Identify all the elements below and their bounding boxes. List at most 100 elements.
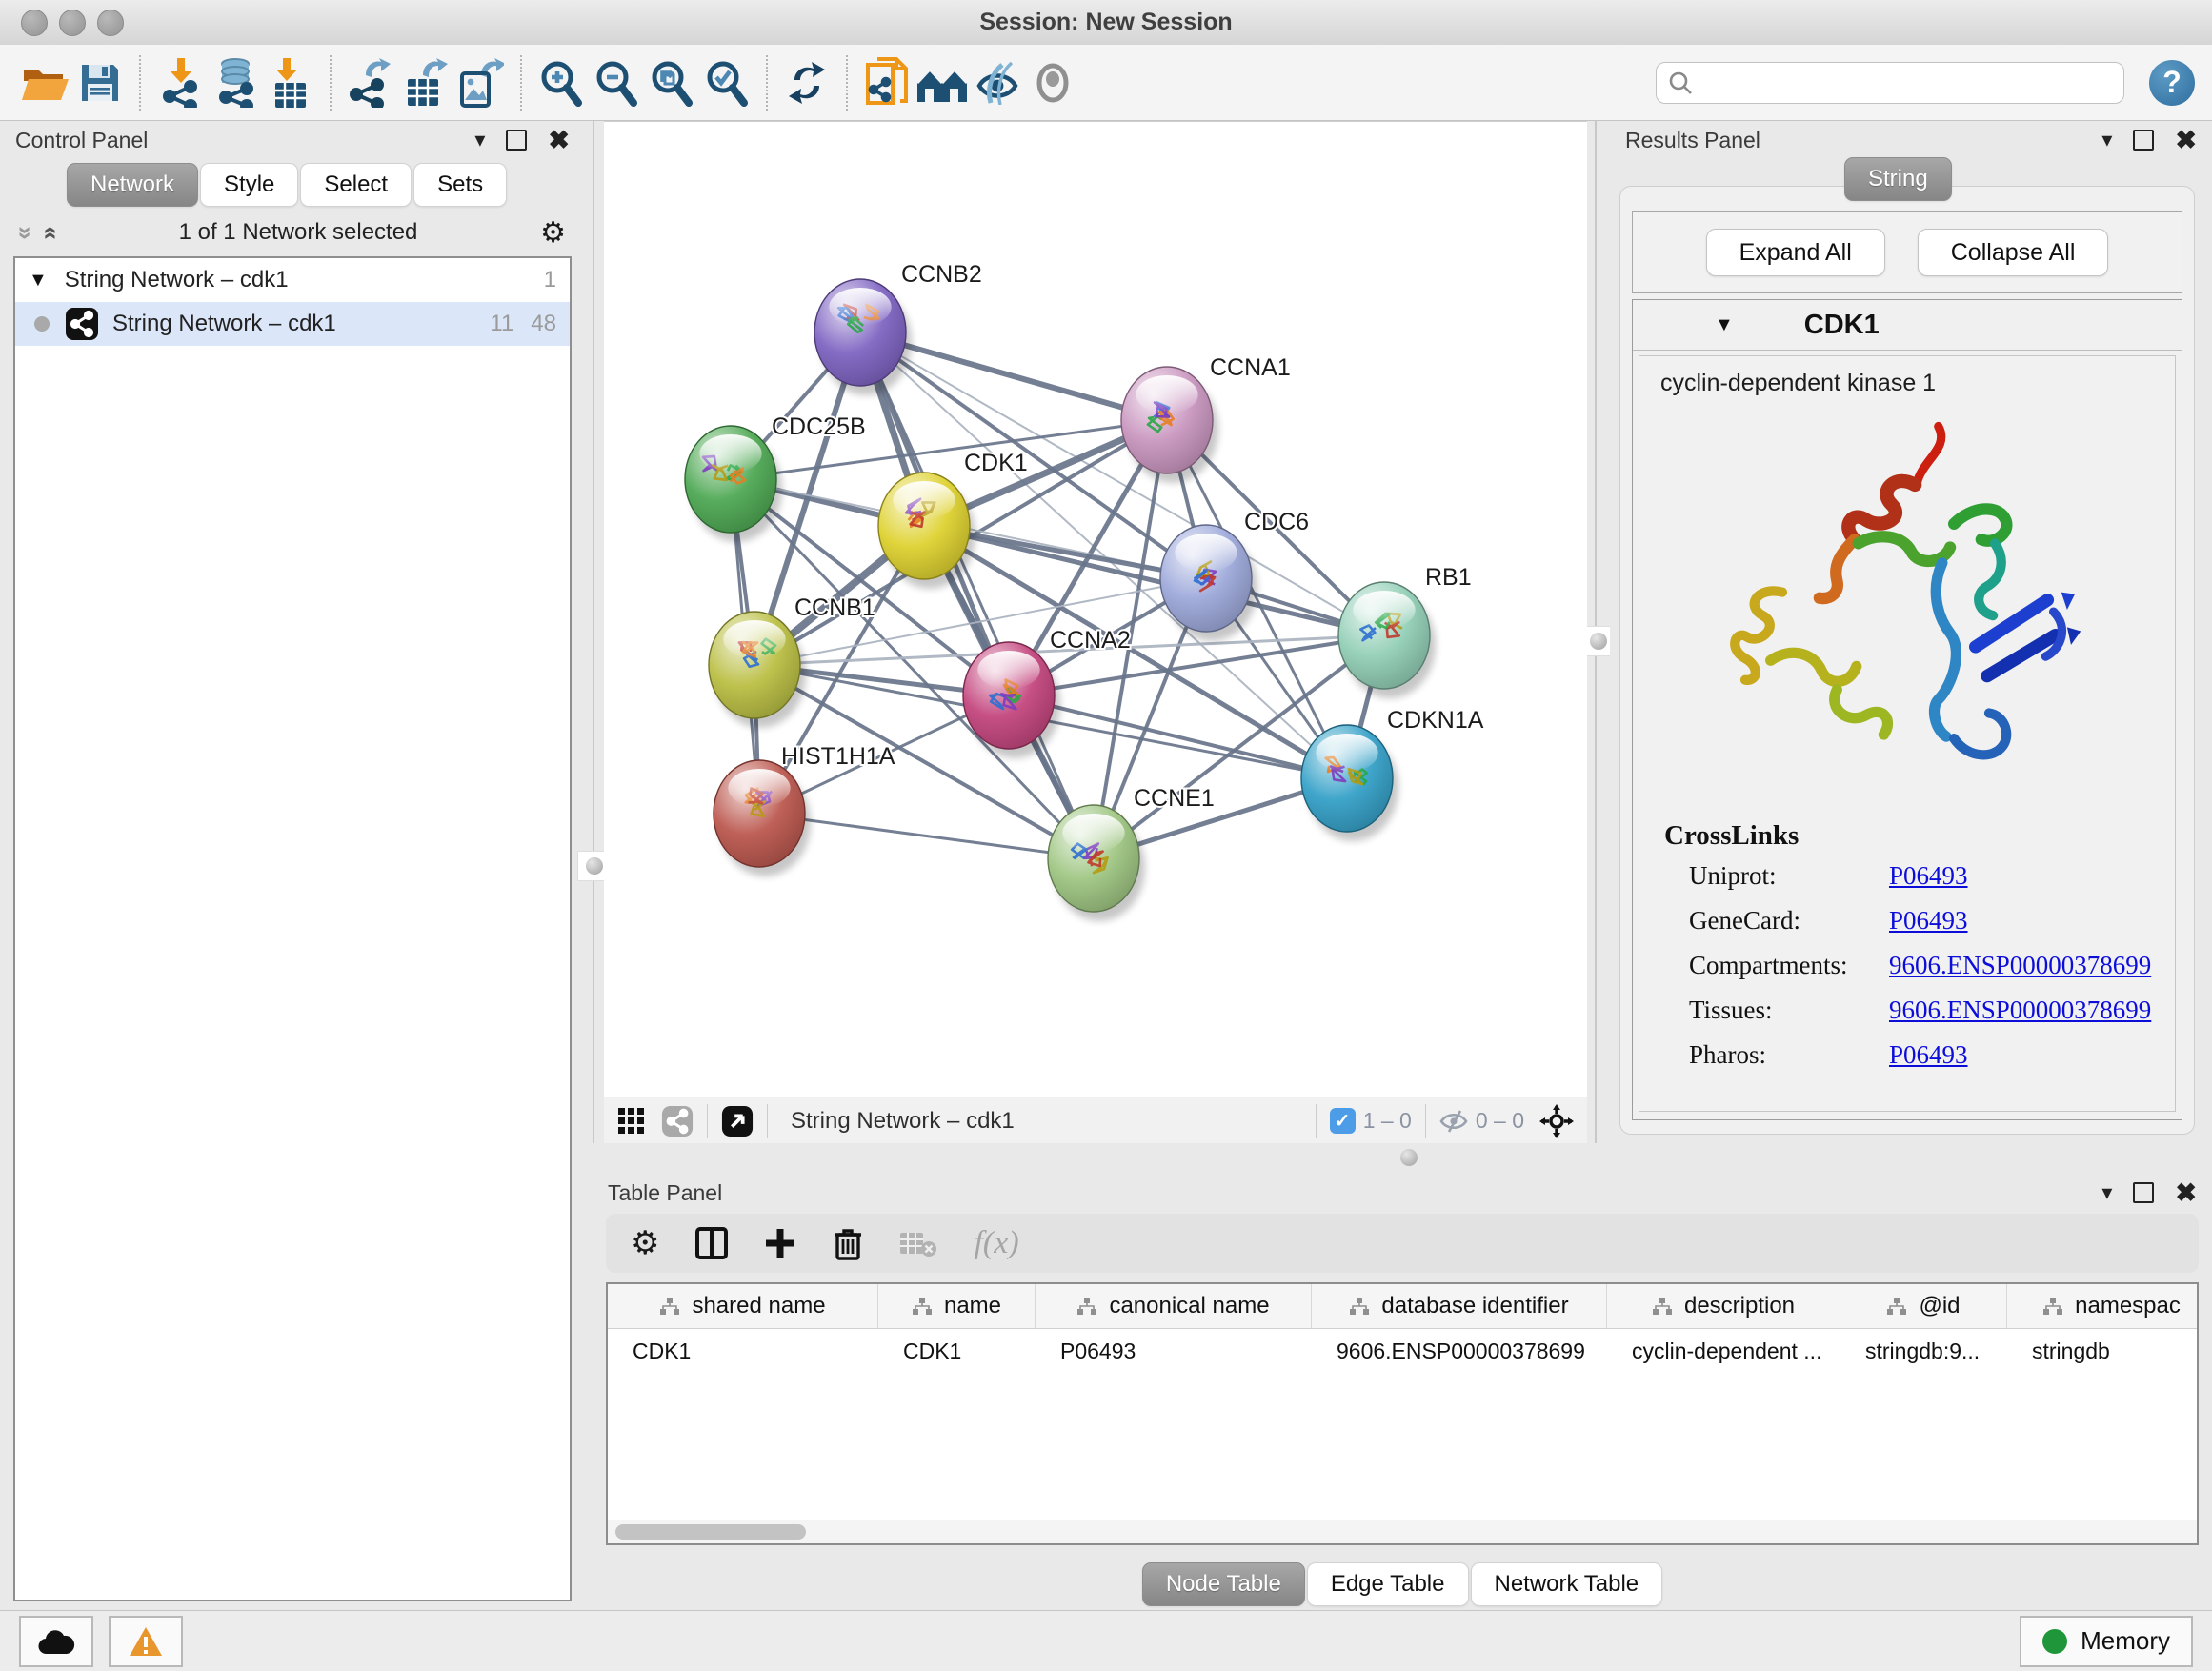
show-all-button[interactable] [1025, 54, 1080, 111]
network-node-cdk1[interactable] [878, 473, 975, 589]
float-panel-icon[interactable] [2133, 1182, 2154, 1203]
close-panel-icon[interactable]: ✖ [2175, 1180, 2197, 1206]
zoom-selected-region-button[interactable] [699, 54, 754, 111]
apply-preferred-layout-button[interactable] [779, 54, 835, 111]
horizontal-splitter-handle[interactable] [1393, 1145, 1425, 1170]
table-horizontal-scrollbar[interactable] [608, 1520, 2197, 1543]
add-column-icon[interactable] [764, 1227, 796, 1259]
tab-string[interactable]: String [1844, 157, 1952, 201]
table-cell[interactable]: CDK1 [608, 1329, 878, 1373]
fit-selected-crosshair-icon[interactable] [1539, 1104, 1574, 1138]
memory-button[interactable]: Memory [2020, 1616, 2193, 1667]
uniprot-link[interactable]: P06493 [1889, 861, 1968, 891]
right-splitter[interactable] [1587, 121, 1610, 1147]
panel-menu-icon[interactable]: ▾ [2101, 1182, 2112, 1203]
float-panel-icon[interactable] [506, 130, 527, 151]
horizontal-splitter[interactable] [593, 1143, 2212, 1174]
tissues-link[interactable]: 9606.ENSP00000378699 [1889, 996, 2151, 1025]
export-image-button[interactable] [453, 54, 509, 111]
collapse-all-button[interactable]: Collapse All [1918, 229, 2109, 276]
network-node-ccna1[interactable] [1121, 367, 1218, 483]
zoom-out-button[interactable] [589, 54, 644, 111]
zoom-in-button[interactable] [533, 54, 589, 111]
save-session-button[interactable] [72, 54, 128, 111]
import-network-from-file-button[interactable] [152, 54, 208, 111]
show-columns-icon[interactable] [695, 1227, 728, 1259]
table-row[interactable]: CDK1CDK1P064939606.ENSP00000378699cyclin… [608, 1329, 2197, 1373]
table-cell[interactable]: stringdb [2007, 1329, 2199, 1373]
cloud-status-button[interactable] [19, 1616, 93, 1667]
export-table-button[interactable] [398, 54, 453, 111]
network-options-gear-icon[interactable]: ⚙ [540, 216, 566, 250]
tab-edge-table[interactable]: Edge Table [1307, 1562, 1469, 1606]
help-button[interactable]: ? [2149, 60, 2195, 106]
tab-sets[interactable]: Sets [413, 163, 507, 207]
zoom-fit-content-button[interactable] [644, 54, 699, 111]
network-canvas[interactable]: CCNB2CCNA1CDC25BCDK1CDC6RB1CCNB1CCNA2CDK… [604, 122, 1587, 1097]
search-input[interactable] [1693, 70, 2112, 96]
network-node-cdkn1a[interactable] [1301, 725, 1398, 841]
close-panel-icon[interactable]: ✖ [548, 128, 570, 153]
network-node-cdc6[interactable] [1160, 525, 1257, 641]
toolbar-separator [766, 55, 768, 111]
expand-all-button[interactable]: Expand All [1706, 229, 1885, 276]
hide-selected-button[interactable] [970, 54, 1025, 111]
tab-network[interactable]: Network [67, 163, 198, 207]
float-panel-icon[interactable] [2133, 130, 2154, 151]
table-cell[interactable]: cyclin-dependent ... [1607, 1329, 1840, 1373]
tab-network-table[interactable]: Network Table [1471, 1562, 1663, 1606]
hidden-count-badge[interactable]: 0 – 0 [1439, 1108, 1524, 1134]
clone-network-button[interactable] [859, 54, 915, 111]
table-cell[interactable]: 9606.ENSP00000378699 [1312, 1329, 1607, 1373]
birds-eye-view-icon[interactable] [721, 1105, 754, 1137]
tab-select[interactable]: Select [300, 163, 412, 207]
column-header-description[interactable]: description [1607, 1284, 1840, 1328]
show-welcome-screen-button[interactable] [915, 54, 970, 111]
panel-menu-icon[interactable]: ▾ [474, 130, 485, 151]
network-node-cdc25b[interactable] [685, 426, 782, 542]
table-cell[interactable]: stringdb:9... [1840, 1329, 2007, 1373]
network-view[interactable]: CCNB2CCNA1CDC25BCDK1CDC6RB1CCNB1CCNA2CDK… [604, 121, 1587, 1144]
node-section-header[interactable]: ▼ CDK1 [1633, 300, 2182, 351]
column-header-canonical-name[interactable]: canonical name [1036, 1284, 1312, 1328]
network-edge[interactable] [860, 332, 1094, 858]
table-cell[interactable]: P06493 [1036, 1329, 1312, 1373]
network-node-rb1[interactable] [1338, 582, 1436, 698]
network-node-ccnb2[interactable] [814, 279, 912, 395]
open-session-button[interactable] [17, 54, 72, 111]
column-header-name[interactable]: name [878, 1284, 1036, 1328]
network-collection-row[interactable]: ▼ String Network – cdk1 1 [15, 258, 570, 302]
pharos-link[interactable]: P06493 [1889, 1040, 1968, 1070]
network-node-ccna2[interactable] [963, 642, 1060, 758]
import-table-from-file-button[interactable] [263, 54, 318, 111]
network-row-selected[interactable]: String Network – cdk1 11 48 [15, 302, 570, 346]
network-node-ccnb1[interactable] [709, 612, 806, 728]
tab-node-table[interactable]: Node Table [1142, 1562, 1305, 1606]
export-network-button[interactable] [343, 54, 398, 111]
node-table[interactable]: shared namenamecanonical namedatabase id… [606, 1282, 2199, 1545]
compartments-link[interactable]: 9606.ENSP00000378699 [1889, 951, 2151, 980]
close-panel-icon[interactable]: ✖ [2175, 128, 2197, 153]
column-header-namespac[interactable]: namespac [2007, 1284, 2199, 1328]
expand-all-networks-icon[interactable]: » [34, 226, 64, 239]
table-cell[interactable]: CDK1 [878, 1329, 1036, 1373]
column-header-database-identifier[interactable]: database identifier [1312, 1284, 1607, 1328]
table-options-gear-icon[interactable]: ⚙ [631, 1224, 659, 1262]
search-field[interactable] [1656, 62, 2124, 104]
grid-view-icon[interactable] [617, 1107, 646, 1136]
column-header-shared-name[interactable]: shared name [608, 1284, 878, 1328]
network-share-icon[interactable] [661, 1105, 694, 1137]
network-node-hist1h1a[interactable] [714, 760, 811, 876]
delete-column-trash-icon[interactable] [833, 1226, 863, 1260]
import-network-from-database-button[interactable] [208, 54, 263, 111]
network-node-ccne1[interactable] [1048, 805, 1145, 921]
section-expander-icon[interactable]: ▼ [1715, 314, 1734, 336]
collection-expander-icon[interactable]: ▼ [29, 270, 48, 292]
genecard-link[interactable]: P06493 [1889, 906, 1968, 936]
scrollbar-thumb[interactable] [615, 1524, 806, 1540]
tab-style[interactable]: Style [200, 163, 298, 207]
panel-menu-icon[interactable]: ▾ [2101, 130, 2112, 151]
column-header-@id[interactable]: @id [1840, 1284, 2007, 1328]
warnings-button[interactable] [109, 1616, 183, 1667]
selected-count-badge[interactable]: ✓ 1 – 0 [1330, 1108, 1412, 1134]
